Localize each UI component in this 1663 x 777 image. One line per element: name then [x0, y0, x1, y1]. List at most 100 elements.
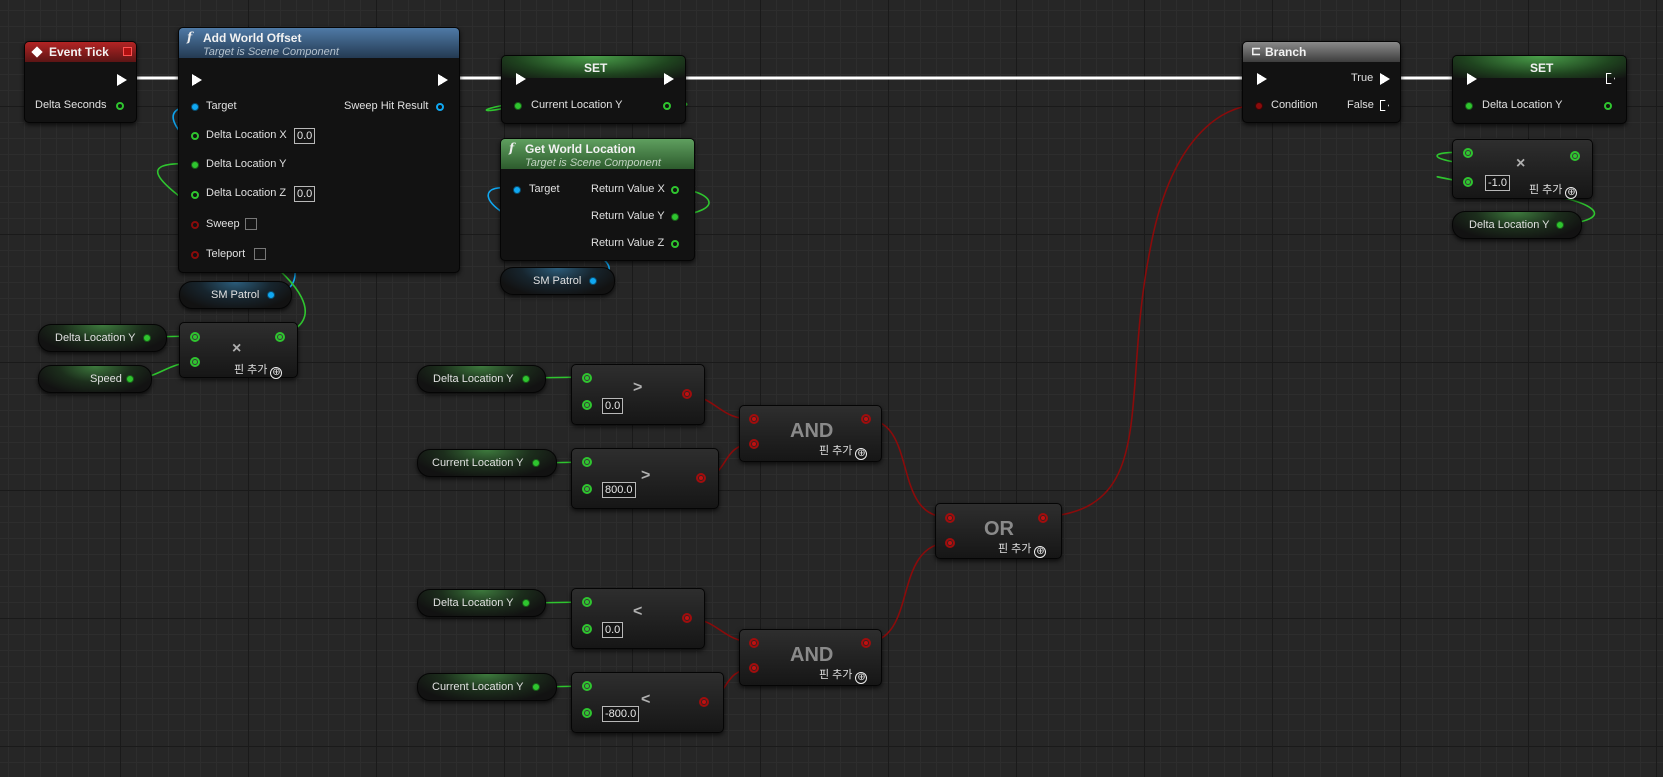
set-delta-location-out-pin[interactable] — [1604, 102, 1612, 110]
compare-in-a-pin[interactable] — [582, 681, 592, 691]
compare-out-pin[interactable] — [699, 697, 709, 707]
speed-pin[interactable] — [126, 375, 134, 383]
delta-location-z-input[interactable]: 0.0 — [294, 186, 316, 202]
sm-patrol-variable[interactable]: SM Patrol — [500, 267, 615, 295]
compare-in-b-pin[interactable] — [582, 484, 592, 494]
and-out-pin[interactable] — [861, 638, 871, 648]
or-in-a-pin[interactable] — [945, 513, 955, 523]
add-world-offset-node[interactable]: f Add World Offset Target is Scene Compo… — [178, 27, 460, 273]
compare-in-b-pin[interactable] — [582, 400, 592, 410]
set-delta-location-node[interactable]: SET Delta Location Y — [1452, 55, 1627, 124]
or-out-pin[interactable] — [1038, 513, 1048, 523]
compare-out-pin[interactable] — [696, 473, 706, 483]
multiply-node[interactable]: -1.0 × 핀 추가 ⊕ — [1452, 139, 1593, 199]
delta-location-x-pin[interactable] — [191, 132, 199, 140]
less-than-node[interactable]: 0.0 < — [571, 588, 705, 649]
current-location-y-variable[interactable]: Current Location Y — [417, 673, 557, 701]
add-pin-button[interactable]: 핀 추가 ⊕ — [819, 666, 868, 684]
exec-out-pin[interactable] — [438, 74, 448, 86]
sweep-pin[interactable] — [191, 221, 199, 229]
less-than-node[interactable]: -800.0 < — [571, 672, 724, 733]
multiply-out-pin[interactable] — [275, 332, 285, 342]
and-out-pin[interactable] — [861, 414, 871, 424]
exec-out-pin[interactable] — [117, 74, 127, 86]
condition-pin[interactable] — [1255, 102, 1263, 110]
target-pin[interactable] — [191, 103, 199, 111]
branch-node[interactable]: ⊏ Branch True Condition False — [1242, 41, 1401, 123]
sweep-checkbox[interactable] — [245, 218, 257, 230]
multiply-in-b-pin[interactable] — [1463, 177, 1473, 187]
and-in-a-pin[interactable] — [749, 638, 759, 648]
greater-than-node[interactable]: 0.0 > — [571, 364, 705, 425]
true-exec-pin[interactable] — [1380, 73, 1390, 85]
set-current-location-in-pin[interactable] — [514, 102, 522, 110]
exec-out-pin[interactable] — [664, 73, 674, 85]
set-current-location-node[interactable]: SET Current Location Y — [501, 55, 686, 124]
exec-in-pin[interactable] — [1467, 73, 1477, 85]
teleport-checkbox[interactable] — [254, 248, 266, 260]
or-node[interactable]: OR 핀 추가 ⊕ — [935, 503, 1062, 559]
speed-variable[interactable]: Speed — [38, 365, 152, 393]
add-pin-button[interactable]: 핀 추가 ⊕ — [998, 540, 1047, 558]
exec-in-pin[interactable] — [192, 74, 202, 86]
current-location-y-variable[interactable]: Current Location Y — [417, 449, 557, 477]
compare-in-a-pin[interactable] — [582, 373, 592, 383]
compare-in-a-pin[interactable] — [582, 597, 592, 607]
exec-in-pin[interactable] — [1257, 73, 1267, 85]
multiply-b-input[interactable]: -1.0 — [1485, 175, 1510, 191]
compare-in-a-pin[interactable] — [582, 457, 592, 467]
multiply-node[interactable]: × 핀 추가 ⊕ — [179, 322, 298, 379]
get-world-location-node[interactable]: f Get World Location Target is Scene Com… — [500, 138, 695, 261]
return-value-x-pin[interactable] — [671, 186, 679, 194]
multiply-in-a-pin[interactable] — [1463, 148, 1473, 158]
compare-b-input[interactable]: 0.0 — [602, 398, 624, 414]
greater-than-node[interactable]: 800.0 > — [571, 448, 719, 509]
compare-in-b-pin[interactable] — [582, 708, 592, 718]
multiply-in-b-pin[interactable] — [190, 357, 200, 367]
and-in-b-pin[interactable] — [749, 663, 759, 673]
multiply-in-a-pin[interactable] — [190, 332, 200, 342]
and-node[interactable]: AND 핀 추가 ⊕ — [739, 405, 882, 462]
delta-location-y-variable[interactable]: Delta Location Y — [1452, 211, 1582, 239]
compare-b-input[interactable]: -800.0 — [602, 706, 640, 722]
return-value-z-pin[interactable] — [671, 240, 679, 248]
delta-location-y-var-pin[interactable] — [522, 599, 530, 607]
sm-patrol-pin[interactable] — [267, 291, 275, 299]
teleport-pin[interactable] — [191, 251, 199, 259]
compare-b-input[interactable]: 0.0 — [602, 622, 624, 638]
delta-location-y-var-pin[interactable] — [143, 334, 151, 342]
false-exec-pin[interactable] — [1380, 100, 1389, 111]
add-pin-button[interactable]: 핀 추가 ⊕ — [1529, 181, 1578, 199]
gwl-target-pin[interactable] — [513, 186, 521, 194]
set-delta-location-in-pin[interactable] — [1465, 102, 1473, 110]
delta-location-x-input[interactable]: 0.0 — [294, 128, 316, 144]
and-in-b-pin[interactable] — [749, 439, 759, 449]
or-in-b-pin[interactable] — [945, 538, 955, 548]
and-node[interactable]: AND 핀 추가 ⊕ — [739, 629, 882, 686]
compare-out-pin[interactable] — [682, 613, 692, 623]
compare-in-b-pin[interactable] — [582, 624, 592, 634]
delta-location-y-var-pin[interactable] — [1556, 221, 1564, 229]
and-in-a-pin[interactable] — [749, 414, 759, 424]
sweep-hit-result-pin[interactable] — [436, 103, 444, 111]
compare-b-input[interactable]: 800.0 — [602, 482, 636, 498]
delta-location-z-pin[interactable] — [191, 191, 199, 199]
delta-location-y-var-pin[interactable] — [522, 375, 530, 383]
multiply-out-pin[interactable] — [1570, 151, 1580, 161]
delta-location-y-variable[interactable]: Delta Location Y — [417, 589, 546, 617]
delta-location-y-variable[interactable]: Delta Location Y — [417, 365, 546, 393]
delta-location-y-variable[interactable]: Delta Location Y — [38, 324, 167, 352]
compare-out-pin[interactable] — [682, 389, 692, 399]
delta-seconds-pin[interactable] — [116, 102, 124, 110]
return-value-y-pin[interactable] — [671, 213, 679, 221]
exec-in-pin[interactable] — [516, 73, 526, 85]
sm-patrol-variable[interactable]: SM Patrol — [179, 281, 292, 309]
add-pin-button[interactable]: 핀 추가 ⊕ — [819, 442, 868, 460]
current-location-y-pin[interactable] — [532, 683, 540, 691]
sm-patrol-pin[interactable] — [589, 277, 597, 285]
event-tick-node[interactable]: Event Tick Delta Seconds — [24, 41, 137, 123]
set-current-location-out-pin[interactable] — [663, 102, 671, 110]
delta-location-y-pin[interactable] — [191, 161, 199, 169]
current-location-y-pin[interactable] — [532, 459, 540, 467]
add-pin-button[interactable]: 핀 추가 ⊕ — [234, 361, 283, 379]
